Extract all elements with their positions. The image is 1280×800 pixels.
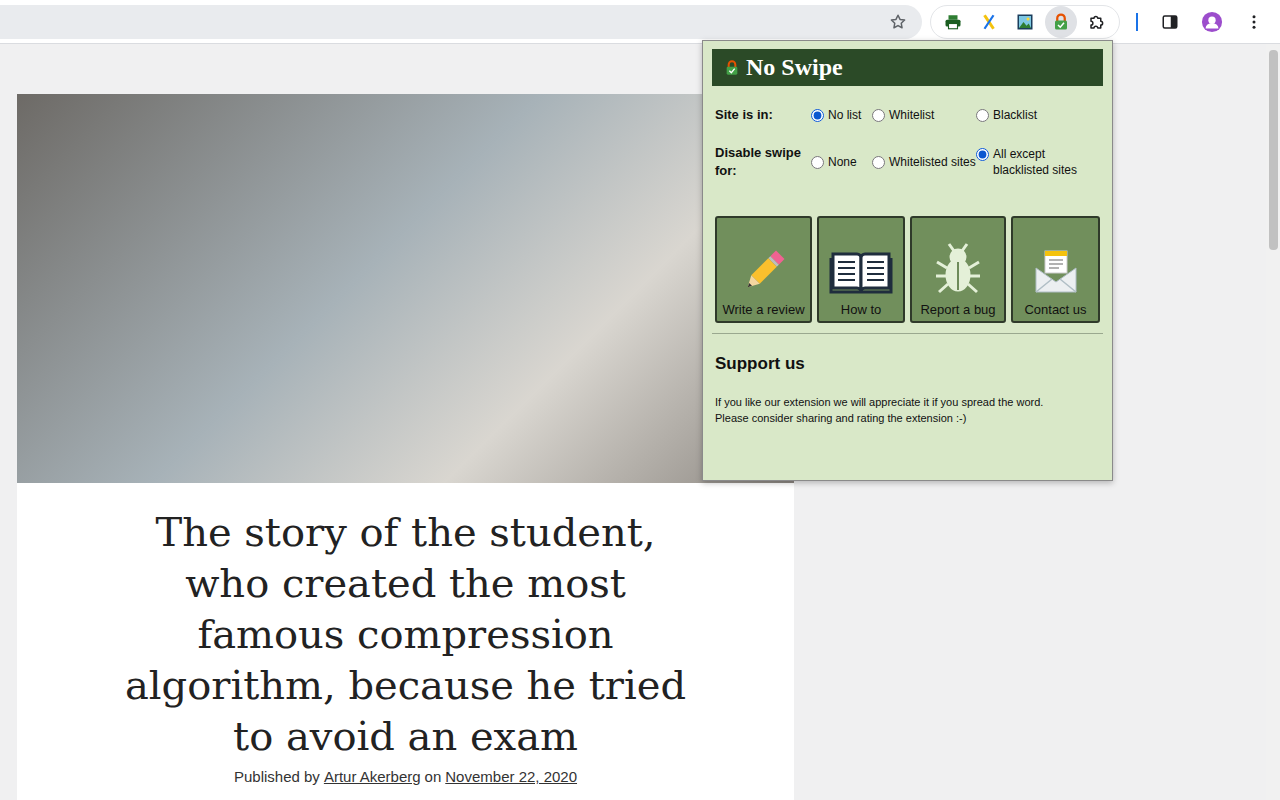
radio-option[interactable]: No list bbox=[811, 107, 872, 123]
radio-option[interactable]: None bbox=[811, 154, 872, 170]
radio-button[interactable] bbox=[872, 109, 885, 122]
radio-group: Disable swipe for: None Whitelisted site… bbox=[712, 144, 1103, 180]
radio-options: None Whitelisted sites All except blackl… bbox=[811, 146, 1103, 178]
title-line: famous compression bbox=[47, 609, 764, 660]
action-label: Report a bug bbox=[920, 302, 995, 317]
lock-icon bbox=[1052, 13, 1070, 31]
group-label: Disable swipe for: bbox=[715, 144, 811, 180]
star-icon[interactable] bbox=[889, 13, 907, 31]
date-link[interactable]: November 22, 2020 bbox=[445, 768, 577, 785]
extension-button[interactable] bbox=[1081, 6, 1113, 38]
extension-button[interactable] bbox=[1009, 6, 1041, 38]
radio-button[interactable] bbox=[872, 156, 885, 169]
action-buttons: Write a review How to Report a bug Conta… bbox=[712, 216, 1103, 323]
printer-icon bbox=[944, 13, 962, 31]
action-button[interactable]: Write a review bbox=[715, 216, 812, 323]
envelope-icon bbox=[1031, 246, 1081, 296]
title-line: The story of the student, bbox=[47, 507, 764, 558]
extensions-bar bbox=[930, 5, 1120, 39]
divider bbox=[712, 333, 1103, 334]
radio-button[interactable] bbox=[976, 109, 989, 122]
book-icon bbox=[829, 246, 893, 296]
article-byline: Published by Artur Akerberg on November … bbox=[47, 768, 764, 785]
byline-prefix: Published by bbox=[234, 768, 320, 785]
title-line: who created the most bbox=[47, 558, 764, 609]
radio-label: None bbox=[828, 154, 857, 170]
radio-options: No list Whitelist Blacklist bbox=[811, 107, 1103, 123]
title-line: algorithm, because he tried bbox=[47, 660, 764, 711]
radio-label: Blacklist bbox=[993, 107, 1037, 123]
radio-label: All except blacklisted sites bbox=[993, 146, 1103, 178]
action-button[interactable]: How to bbox=[817, 216, 905, 323]
address-bar[interactable] bbox=[0, 5, 922, 39]
support-section: Support us If you like our extension we … bbox=[712, 334, 1103, 426]
puzzle-icon bbox=[1088, 13, 1106, 31]
popup-title: No Swipe bbox=[746, 54, 843, 81]
radio-label: Whitelist bbox=[889, 107, 934, 123]
radio-option[interactable]: Blacklist bbox=[976, 107, 1103, 123]
author-link[interactable]: Artur Akerberg bbox=[324, 768, 421, 785]
extension-popup: No Swipe Site is in: No list Whitelist B… bbox=[702, 40, 1113, 481]
action-label: Write a review bbox=[722, 302, 804, 317]
action-label: How to bbox=[841, 302, 881, 317]
image-icon bbox=[1016, 13, 1034, 31]
action-label: Contact us bbox=[1024, 302, 1086, 317]
pencil-icon bbox=[739, 246, 789, 296]
bug-icon bbox=[933, 242, 983, 296]
radio-option[interactable]: Whitelist bbox=[872, 107, 976, 123]
lock-icon bbox=[724, 59, 740, 77]
radio-option[interactable]: All except blacklisted sites bbox=[976, 146, 1103, 178]
action-button[interactable]: Contact us bbox=[1011, 216, 1100, 323]
side-panel-icon[interactable] bbox=[1161, 13, 1179, 31]
support-line: Please consider sharing and rating the e… bbox=[715, 410, 1100, 426]
support-line: If you like our extension we will apprec… bbox=[715, 394, 1100, 410]
extension-button[interactable] bbox=[1045, 6, 1077, 38]
radio-button[interactable] bbox=[811, 109, 824, 122]
group-label: Site is in: bbox=[715, 106, 811, 124]
article-title: The story of the student,who created the… bbox=[47, 507, 764, 762]
radio-group: Site is in: No list Whitelist Blacklist bbox=[712, 106, 1103, 124]
browser-window: The story of the student,who created the… bbox=[0, 0, 1280, 800]
profile-avatar-icon[interactable] bbox=[1201, 11, 1223, 33]
menu-dots-icon[interactable] bbox=[1245, 13, 1263, 31]
scrollbar[interactable] bbox=[1266, 44, 1280, 800]
support-text: If you like our extension we will apprec… bbox=[715, 394, 1100, 426]
article-header: The story of the student,who created the… bbox=[17, 483, 794, 800]
action-button[interactable]: Report a bug bbox=[910, 216, 1006, 323]
toolbar-separator bbox=[1136, 13, 1138, 31]
extension-button[interactable] bbox=[973, 6, 1005, 38]
browser-toolbar bbox=[0, 0, 1280, 44]
article-photo bbox=[17, 94, 794, 483]
radio-button[interactable] bbox=[811, 156, 824, 169]
radio-option[interactable]: Whitelisted sites bbox=[872, 154, 976, 170]
byline-middle: on bbox=[425, 768, 442, 785]
popup-header: No Swipe bbox=[712, 49, 1103, 86]
support-heading: Support us bbox=[715, 354, 1100, 374]
scrollbar-thumb[interactable] bbox=[1269, 50, 1278, 250]
radio-label: Whitelisted sites bbox=[889, 154, 976, 170]
radio-button[interactable] bbox=[976, 148, 989, 161]
extension-button[interactable] bbox=[937, 6, 969, 38]
article-card: The story of the student,who created the… bbox=[17, 94, 794, 800]
radio-label: No list bbox=[828, 107, 861, 123]
x-logo-icon bbox=[980, 13, 998, 31]
title-line: to avoid an exam bbox=[47, 711, 764, 762]
